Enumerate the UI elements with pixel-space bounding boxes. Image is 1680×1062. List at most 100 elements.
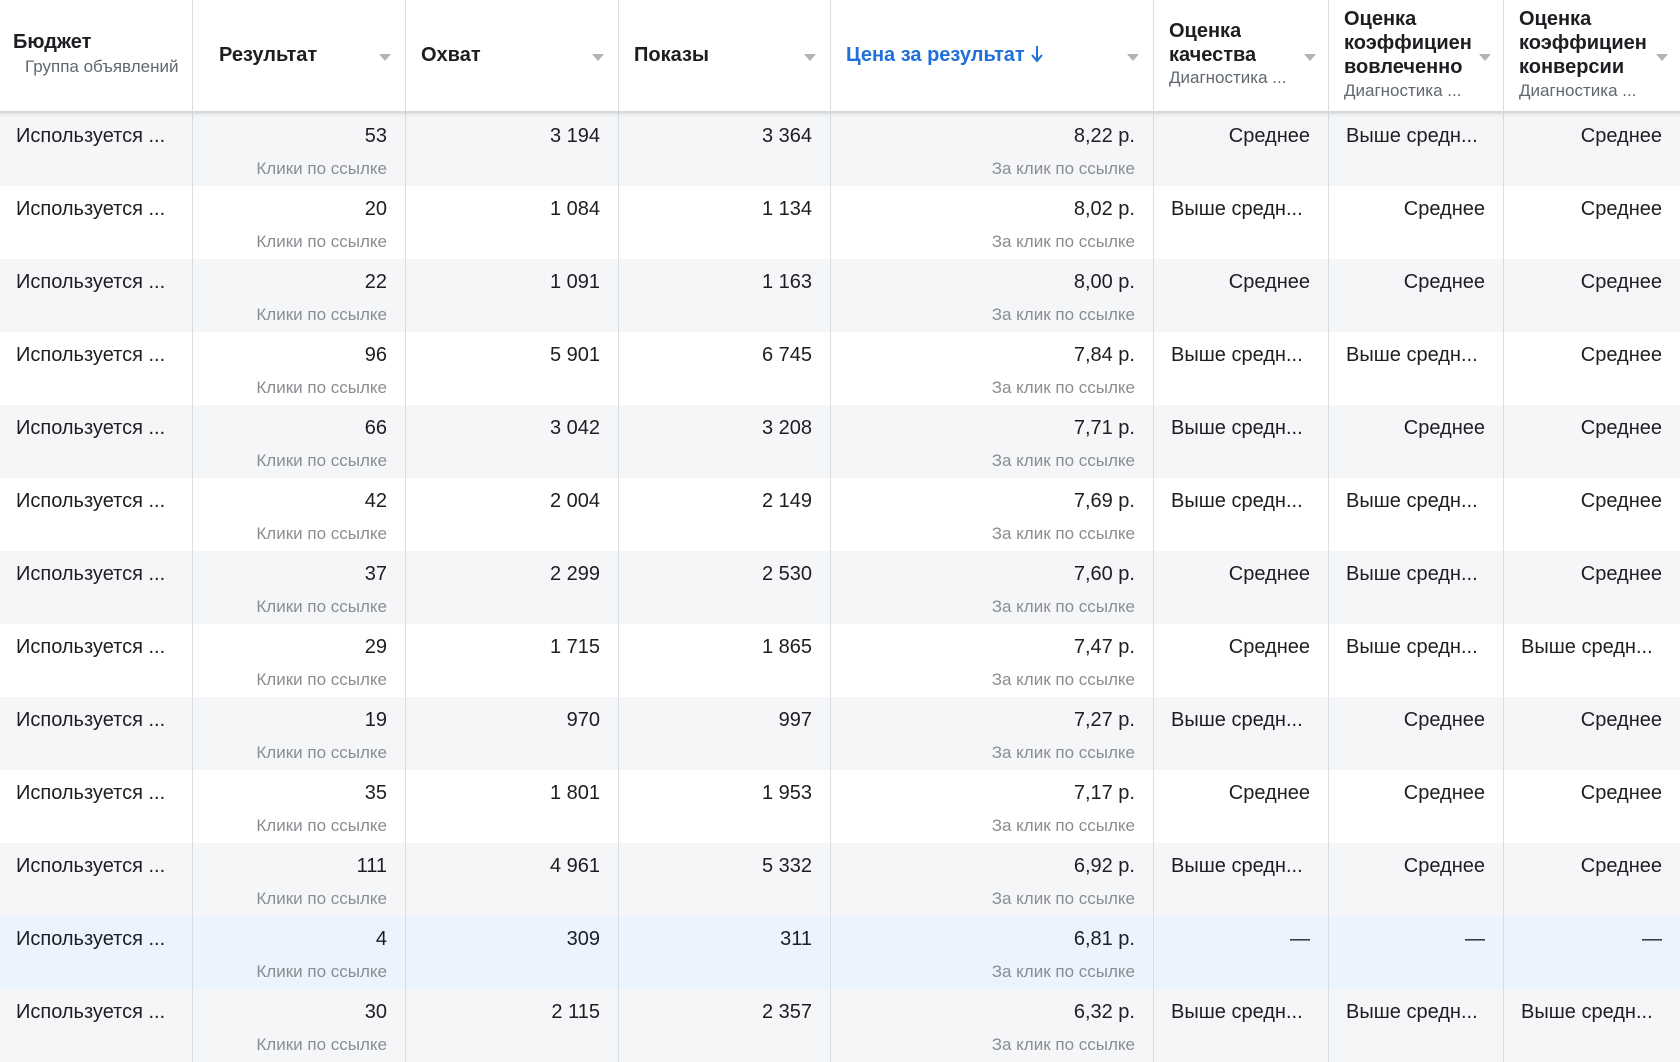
table-row[interactable]: Используется ... 53 Клики по ссылке 3 194 3 … bbox=[0, 113, 1680, 186]
sort-caret-icon[interactable] bbox=[379, 54, 391, 61]
sort-descending-arrow-icon bbox=[1030, 46, 1043, 63]
column-header-quality-ranking[interactable]: Оценка качества Диагностика ... bbox=[1154, 0, 1329, 113]
cell-value: 37 bbox=[364, 563, 387, 585]
impressions-cell: 3 208 bbox=[619, 405, 831, 478]
budget-cell[interactable]: Используется ... bbox=[0, 551, 193, 624]
cell-subtext: За клик по ссылке bbox=[991, 451, 1135, 470]
table-row[interactable]: Используется ... 35 Клики по ссылке 1 801 1 … bbox=[0, 770, 1680, 843]
column-header-cost-per-result[interactable]: Цена за результат bbox=[831, 0, 1154, 113]
budget-cell[interactable]: Используется ... bbox=[0, 843, 193, 916]
cell-value: 3 194 bbox=[549, 125, 600, 147]
sort-caret-icon[interactable] bbox=[1127, 54, 1139, 61]
sort-caret-icon[interactable] bbox=[804, 54, 816, 61]
table-row[interactable]: Используется ... 111 Клики по ссылке 4 961 5… bbox=[0, 843, 1680, 916]
impressions-cell: 1 134 bbox=[619, 186, 831, 259]
table-row[interactable]: Используется ... 30 Клики по ссылке 2 115 2 … bbox=[0, 989, 1680, 1062]
cell-subtext: За клик по ссылке bbox=[991, 962, 1135, 981]
budget-cell[interactable]: Используется ... bbox=[0, 113, 193, 186]
cell-subtext: За клик по ссылке bbox=[991, 159, 1135, 178]
quality-ranking-cell: Выше средн... bbox=[1154, 843, 1329, 916]
quality-ranking-cell: Среднее bbox=[1154, 259, 1329, 332]
cell-value: Используется ... bbox=[16, 125, 166, 147]
engagement-ranking-cell: Среднее bbox=[1329, 770, 1504, 843]
cell-value: 1 715 bbox=[549, 636, 600, 658]
cell-value: 1 801 bbox=[549, 782, 600, 804]
cell-value: 7,60 р. bbox=[1073, 563, 1135, 585]
table-row[interactable]: Используется ... 96 Клики по ссылке 5 901 6 … bbox=[0, 332, 1680, 405]
engagement-ranking-cell: Среднее bbox=[1329, 697, 1504, 770]
table-row[interactable]: Используется ... 22 Клики по ссылке 1 091 1 … bbox=[0, 259, 1680, 332]
result-cell: 22 Клики по ссылке bbox=[193, 259, 406, 332]
column-header-reach[interactable]: Охват bbox=[406, 0, 619, 113]
quality-ranking-cell: Выше средн... bbox=[1154, 989, 1329, 1062]
cell-value: 96 bbox=[364, 344, 387, 366]
cell-value: Выше средн... bbox=[1521, 1001, 1653, 1023]
column-header-conversion-ranking[interactable]: Оценка коэффициен конверсии Диагностика … bbox=[1504, 0, 1680, 113]
column-title-line1: Оценка bbox=[1519, 8, 1592, 30]
budget-cell[interactable]: Используется ... bbox=[0, 624, 193, 697]
column-subtitle: Диагностика ... bbox=[1344, 81, 1462, 100]
sort-caret-icon[interactable] bbox=[1304, 54, 1316, 61]
cost-per-result-cell: 7,84 р. За клик по ссылке bbox=[831, 332, 1154, 405]
table-row[interactable]: Используется ... 4 Клики по ссылке 309 311 6,… bbox=[0, 916, 1680, 989]
cell-value: 66 bbox=[364, 417, 387, 439]
result-cell: 4 Клики по ссылке bbox=[193, 916, 406, 989]
budget-cell[interactable]: Используется ... bbox=[0, 332, 193, 405]
column-header-impressions[interactable]: Показы bbox=[619, 0, 831, 113]
cell-value: 6,81 р. bbox=[1073, 928, 1135, 950]
cell-subtext: Клики по ссылке bbox=[256, 451, 387, 470]
result-cell: 42 Клики по ссылке bbox=[193, 478, 406, 551]
conversion-ranking-cell: Среднее bbox=[1504, 259, 1680, 332]
cell-value: 3 208 bbox=[761, 417, 812, 439]
cell-subtext: За клик по ссылке bbox=[991, 1035, 1135, 1054]
engagement-ranking-cell: Выше средн... bbox=[1329, 332, 1504, 405]
quality-ranking-cell: Выше средн... bbox=[1154, 478, 1329, 551]
budget-cell[interactable]: Используется ... bbox=[0, 405, 193, 478]
cell-subtext: Клики по ссылке bbox=[256, 597, 387, 616]
result-cell: 20 Клики по ссылке bbox=[193, 186, 406, 259]
column-header-budget[interactable]: Бюджет Группа объявлений bbox=[0, 0, 193, 113]
cell-value: Среднее bbox=[1580, 490, 1662, 512]
impressions-cell: 5 332 bbox=[619, 843, 831, 916]
table-row[interactable]: Используется ... 42 Клики по ссылке 2 004 2 … bbox=[0, 478, 1680, 551]
table-header: Бюджет Группа объявлений Результат Охват… bbox=[0, 0, 1680, 113]
reach-cell: 3 194 bbox=[406, 113, 619, 186]
cell-value: 1 865 bbox=[761, 636, 812, 658]
cell-subtext: Клики по ссылке bbox=[256, 378, 387, 397]
cell-subtext: Клики по ссылке bbox=[256, 743, 387, 762]
reach-cell: 1 801 bbox=[406, 770, 619, 843]
budget-cell[interactable]: Используется ... bbox=[0, 478, 193, 551]
sort-caret-icon[interactable] bbox=[1479, 54, 1491, 61]
budget-cell[interactable]: Используется ... bbox=[0, 697, 193, 770]
cell-value: Используется ... bbox=[16, 855, 166, 877]
table-row[interactable]: Используется ... 66 Клики по ссылке 3 042 3 … bbox=[0, 405, 1680, 478]
table-row[interactable]: Используется ... 37 Клики по ссылке 2 299 2 … bbox=[0, 551, 1680, 624]
cell-value: Выше средн... bbox=[1346, 490, 1478, 512]
table-row[interactable]: Используется ... 29 Клики по ссылке 1 715 1 … bbox=[0, 624, 1680, 697]
cell-value: 7,71 р. bbox=[1073, 417, 1135, 439]
cell-value: 20 bbox=[364, 198, 387, 220]
sort-caret-icon[interactable] bbox=[1656, 54, 1668, 61]
sort-caret-icon[interactable] bbox=[592, 54, 604, 61]
budget-cell[interactable]: Используется ... bbox=[0, 916, 193, 989]
budget-cell[interactable]: Используется ... bbox=[0, 259, 193, 332]
cell-value: Среднее bbox=[1228, 636, 1310, 658]
cell-value: Используется ... bbox=[16, 1001, 166, 1023]
budget-cell[interactable]: Используется ... bbox=[0, 186, 193, 259]
table-row[interactable]: Используется ... 19 Клики по ссылке 970 997 7… bbox=[0, 697, 1680, 770]
cell-value: Среднее bbox=[1403, 198, 1485, 220]
result-cell: 19 Клики по ссылке bbox=[193, 697, 406, 770]
cell-value: 6,92 р. bbox=[1073, 855, 1135, 877]
column-header-engagement-ranking[interactable]: Оценка коэффициен вовлеченно Диагностика… bbox=[1329, 0, 1504, 113]
table-row[interactable]: Используется ... 20 Клики по ссылке 1 084 1 … bbox=[0, 186, 1680, 259]
cell-value: 1 091 bbox=[549, 271, 600, 293]
quality-ranking-cell: Среднее bbox=[1154, 624, 1329, 697]
reach-cell: 1 084 bbox=[406, 186, 619, 259]
engagement-ranking-cell: Выше средн... bbox=[1329, 113, 1504, 186]
budget-cell[interactable]: Используется ... bbox=[0, 989, 193, 1062]
budget-cell[interactable]: Используется ... bbox=[0, 770, 193, 843]
cell-value: Используется ... bbox=[16, 198, 166, 220]
cell-subtext: За клик по ссылке bbox=[991, 378, 1135, 397]
conversion-ranking-cell: Среднее bbox=[1504, 551, 1680, 624]
column-header-result[interactable]: Результат bbox=[193, 0, 406, 113]
